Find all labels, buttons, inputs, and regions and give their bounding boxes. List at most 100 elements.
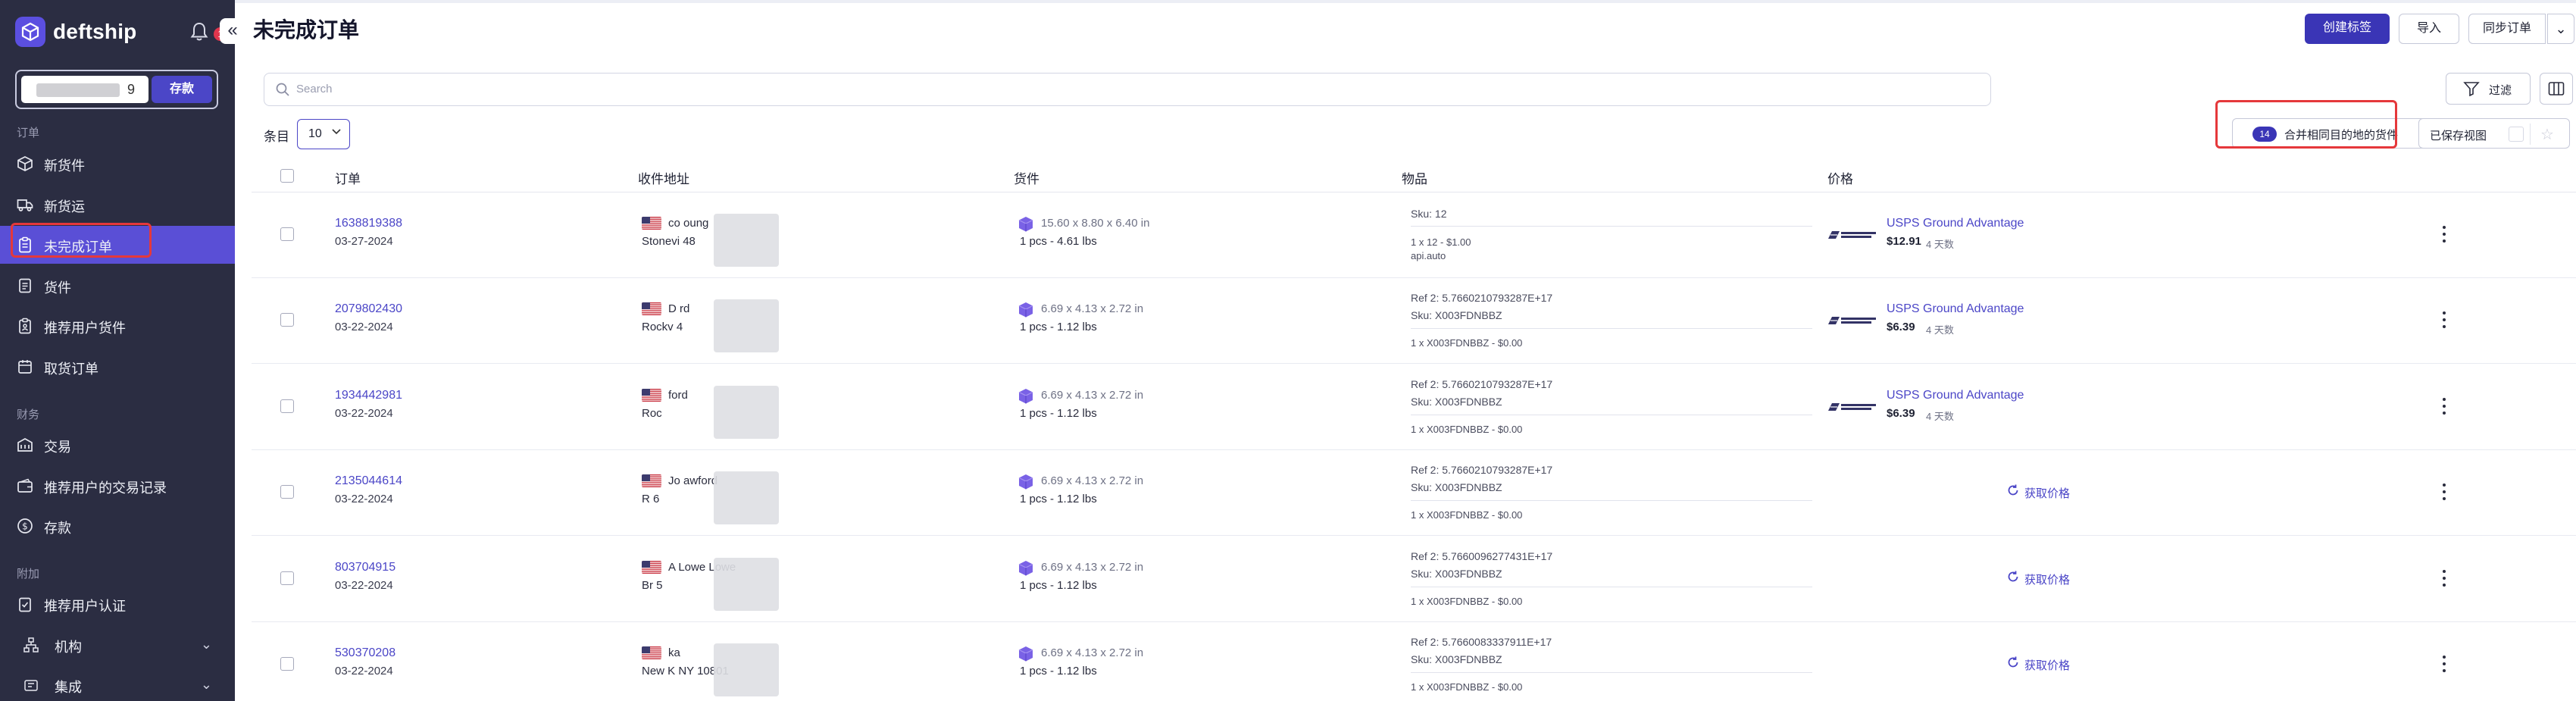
sidebar-item-new-shipment[interactable]: 新货件 bbox=[0, 145, 235, 183]
row-actions-menu-icon[interactable] bbox=[2440, 223, 2449, 246]
sidebar-item-pickup-orders[interactable]: 取货订单 bbox=[0, 348, 235, 386]
balance-panel: 9 存款 bbox=[15, 70, 218, 109]
search-bar[interactable]: Search bbox=[264, 73, 1991, 106]
table-row[interactable]: 2079802430 03-22-2024 D rd Rockv 4 6.69 x 4.… bbox=[252, 278, 2576, 364]
table-row[interactable]: 803704915 03-22-2024 A Lowe Lowe Br 5 6.69 x… bbox=[252, 537, 2576, 622]
recipient-address: Br 5 bbox=[642, 579, 663, 592]
order-id-link[interactable]: 530370208 bbox=[335, 646, 395, 660]
collapse-sidebar-button[interactable]: « bbox=[220, 18, 245, 44]
sidebar-item-referral-transactions[interactable]: 推荐用户的交易记录 bbox=[0, 467, 235, 505]
package-weight: 1 pcs - 4.61 lbs bbox=[1020, 235, 1097, 248]
refresh-icon[interactable] bbox=[2006, 570, 2020, 587]
sync-more-dropdown[interactable]: ⌄ bbox=[2547, 14, 2574, 44]
table-row[interactable]: 1934442981 03-22-2024 ford Roc 6.69 x 4.13 … bbox=[252, 365, 2576, 450]
item-line: 1 x X003FDNBBZ - $0.00 bbox=[1411, 337, 1523, 349]
order-id-link[interactable]: 2079802430 bbox=[335, 302, 402, 316]
wallet-icon bbox=[17, 477, 33, 494]
star-icon[interactable]: ☆ bbox=[2540, 125, 2554, 144]
search-input[interactable]: Search bbox=[296, 83, 333, 95]
logo[interactable]: deftship 13 bbox=[15, 14, 232, 52]
recipient-name: ford bbox=[668, 389, 688, 402]
order-id-link[interactable]: 1934442981 bbox=[335, 389, 402, 402]
column-header-order[interactable]: 订单 bbox=[335, 168, 361, 187]
row-checkbox[interactable] bbox=[280, 657, 294, 671]
item-source: api.auto bbox=[1411, 250, 1446, 261]
filter-button[interactable]: 过滤 bbox=[2446, 73, 2531, 105]
create-label-button[interactable]: 创建标签 bbox=[2305, 14, 2390, 44]
carrier-service[interactable]: USPS Ground Advantage bbox=[1887, 389, 2024, 402]
package-dimensions: 6.69 x 4.13 x 2.72 in bbox=[1041, 389, 1144, 402]
row-actions-menu-icon[interactable] bbox=[2440, 395, 2449, 418]
order-id-link[interactable]: 803704915 bbox=[335, 561, 395, 574]
item-line: 1 x 12 - $1.00 bbox=[1411, 236, 1471, 248]
row-checkbox[interactable] bbox=[280, 485, 294, 499]
us-flag-icon bbox=[642, 389, 661, 402]
per-page-select[interactable]: 10 bbox=[297, 119, 350, 149]
sidebar-item-new-freight[interactable]: 新货运 bbox=[0, 186, 235, 224]
select-all-checkbox[interactable] bbox=[280, 169, 294, 183]
sidebar-item-label: 新货运 bbox=[44, 199, 85, 214]
sidebar-item-label: 推荐用户的交易记录 bbox=[44, 480, 167, 496]
rate-price: $6.39 bbox=[1887, 321, 1915, 333]
row-actions-menu-icon[interactable] bbox=[2440, 308, 2449, 331]
carrier-service[interactable]: USPS Ground Advantage bbox=[1887, 302, 2024, 316]
package-icon bbox=[1017, 473, 1035, 495]
us-flag-icon bbox=[642, 474, 661, 487]
row-actions-menu-icon[interactable] bbox=[2440, 480, 2449, 503]
order-id-link[interactable]: 1638819388 bbox=[335, 217, 402, 230]
sidebar-item-shipments[interactable]: 货件 bbox=[0, 267, 235, 305]
column-header-items[interactable]: 物品 bbox=[1402, 168, 1427, 187]
refresh-icon[interactable] bbox=[2006, 656, 2020, 673]
item-divider bbox=[1411, 226, 1812, 227]
usps-logo-icon bbox=[1827, 401, 1877, 413]
get-price-button[interactable]: 获取价格 bbox=[2024, 485, 2070, 501]
import-button[interactable]: 导入 bbox=[2399, 14, 2459, 44]
sidebar-item-transactions[interactable]: 交易 bbox=[0, 426, 235, 464]
row-checkbox[interactable] bbox=[280, 399, 294, 413]
package-dimensions: 6.69 x 4.13 x 2.72 in bbox=[1041, 302, 1144, 315]
sidebar-item-deposits[interactable]: $ 存款 bbox=[0, 507, 235, 545]
sidebar-item-label: 集成 bbox=[55, 680, 82, 695]
recipient-address: Roc bbox=[642, 407, 662, 420]
us-flag-icon bbox=[642, 217, 661, 230]
item-line: 1 x X003FDNBBZ - $0.00 bbox=[1411, 424, 1523, 435]
item-sku: Sku: 12 bbox=[1411, 208, 1447, 220]
column-header-price[interactable]: 价格 bbox=[1827, 168, 1853, 187]
transit-days: 4 天数 bbox=[1926, 239, 1954, 250]
row-checkbox[interactable] bbox=[280, 227, 294, 241]
row-checkbox[interactable] bbox=[280, 571, 294, 585]
carrier-service[interactable]: USPS Ground Advantage bbox=[1887, 217, 2024, 230]
package-weight: 1 pcs - 1.12 lbs bbox=[1020, 579, 1097, 592]
bell-icon[interactable] bbox=[186, 18, 213, 45]
row-actions-menu-icon[interactable] bbox=[2440, 567, 2449, 590]
sidebar-item-integrations[interactable]: 集成 ⌄ bbox=[0, 666, 235, 701]
order-date: 03-22-2024 bbox=[335, 321, 393, 333]
sidebar-item-referral-shipments[interactable]: 推荐用户货件 bbox=[0, 307, 235, 345]
deftship-logo-icon bbox=[15, 17, 45, 47]
column-header-address[interactable]: 收件地址 bbox=[638, 168, 689, 187]
sidebar-item-organization[interactable]: 机构 ⌄ bbox=[0, 626, 235, 664]
rate-price: $12.91 bbox=[1887, 235, 1921, 248]
table-row[interactable]: 530370208 03-22-2024 ka New K NY 10801 6.69… bbox=[252, 622, 2576, 701]
table-row[interactable]: 2135044614 03-22-2024 Jo awford R 6 6.69 x 4… bbox=[252, 450, 2576, 536]
saved-views-button[interactable]: 已保存视图 ☆ bbox=[2418, 118, 2570, 149]
columns-button[interactable] bbox=[2540, 73, 2573, 105]
svg-text:$: $ bbox=[22, 521, 28, 532]
get-price-button[interactable]: 获取价格 bbox=[2024, 657, 2070, 673]
recipient-name: D rd bbox=[668, 302, 690, 315]
item-line: 1 x X003FDNBBZ - $0.00 bbox=[1411, 681, 1523, 693]
deposit-button[interactable]: 存款 bbox=[152, 76, 212, 103]
column-header-shipment[interactable]: 货件 bbox=[1014, 168, 1039, 187]
table-row[interactable]: 1638819388 03-27-2024 co oung Stonevi 48 15.… bbox=[252, 192, 2576, 278]
get-price-button[interactable]: 获取价格 bbox=[2024, 571, 2070, 587]
package-icon bbox=[1017, 559, 1035, 581]
refresh-icon[interactable] bbox=[2006, 484, 2020, 501]
order-id-link[interactable]: 2135044614 bbox=[335, 474, 402, 488]
sidebar-item-label: 新货件 bbox=[44, 158, 85, 174]
row-checkbox[interactable] bbox=[280, 313, 294, 327]
address-redaction bbox=[714, 214, 779, 267]
sidebar-item-referral-verification[interactable]: 推荐用户认证 bbox=[0, 585, 235, 623]
sync-orders-button[interactable]: 同步订单 bbox=[2468, 14, 2546, 44]
item-divider bbox=[1411, 500, 1812, 501]
row-actions-menu-icon[interactable] bbox=[2440, 652, 2449, 675]
